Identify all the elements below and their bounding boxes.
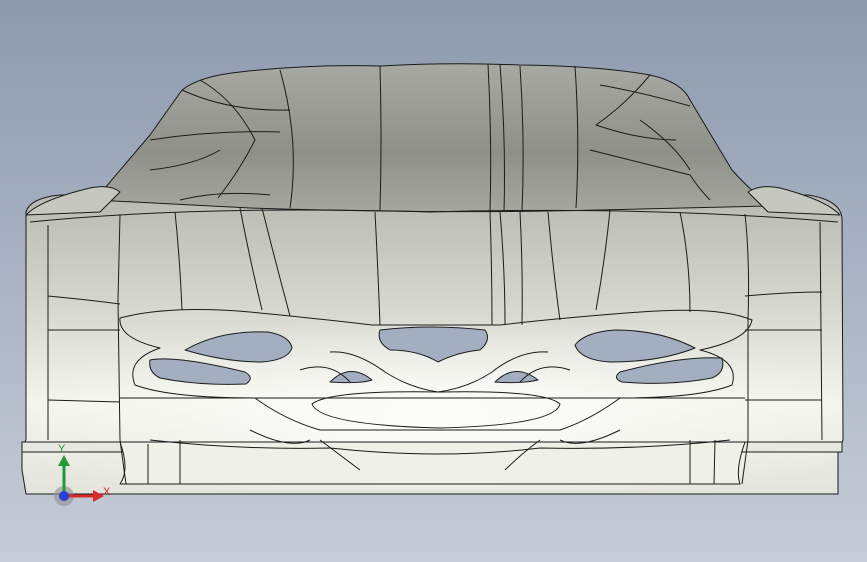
y-axis-label: Y <box>58 443 66 455</box>
cad-viewport[interactable]: X Y <box>0 0 867 562</box>
x-axis-label: X <box>103 486 111 498</box>
lower-splitter <box>119 441 746 485</box>
z-axis-dot <box>59 491 69 501</box>
model-canvas[interactable] <box>0 0 867 562</box>
car-roof[interactable] <box>94 63 771 213</box>
